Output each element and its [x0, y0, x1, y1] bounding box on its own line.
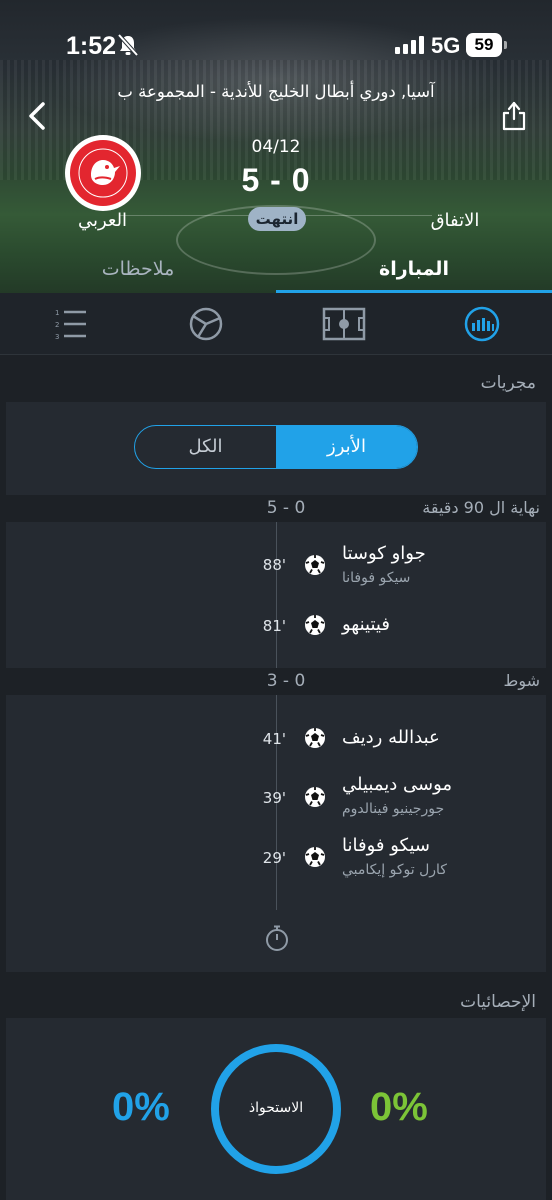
- summary-chart-icon[interactable]: [460, 305, 504, 343]
- bell-muted-icon: [117, 33, 139, 57]
- svg-text:1: 1: [55, 309, 59, 317]
- filter-all-button[interactable]: الكل: [135, 426, 276, 468]
- possession-away-value: 0%: [112, 1085, 170, 1129]
- home-team-name[interactable]: الاتفاق: [400, 210, 510, 231]
- match-score: 5 - 0: [241, 162, 311, 198]
- stats-pie-icon[interactable]: [184, 305, 228, 343]
- away-team-name[interactable]: العربي: [55, 210, 150, 231]
- league-title: آسيا, دوري أبطال الخليج للأندية - المجمو…: [117, 82, 435, 101]
- away-team-logo[interactable]: [65, 135, 141, 211]
- event-minute: 29': [262, 849, 286, 867]
- event-minute: 88': [262, 556, 286, 574]
- battery-tip: [504, 41, 507, 49]
- back-chevron-icon[interactable]: [24, 100, 50, 132]
- event-player[interactable]: فيتينهو: [342, 614, 390, 635]
- event-assist[interactable]: جورجينيو فينالدوم: [342, 801, 444, 817]
- svg-text:2: 2: [55, 321, 59, 329]
- events-filter-toggle: الكل الأبرز: [134, 425, 418, 469]
- match-date: 04/12: [251, 137, 301, 157]
- event-minute: 41': [262, 730, 286, 748]
- signal-icon: [395, 36, 424, 54]
- pitch-lineup-icon[interactable]: [322, 305, 366, 343]
- goal-ball-icon: [305, 728, 325, 748]
- possession-label: الاستحواذ: [248, 1100, 304, 1116]
- network-type: 5G: [431, 33, 461, 58]
- stopwatch-icon: [266, 925, 288, 951]
- event-assist[interactable]: كارل توكو إيكامبي: [342, 862, 447, 878]
- status-bar: 1:52 5G 59: [0, 0, 552, 90]
- tab-match[interactable]: المباراة: [276, 258, 552, 280]
- svg-text:3: 3: [55, 333, 59, 341]
- events-section-title: مجريات: [480, 373, 536, 393]
- goal-ball-icon: [305, 555, 325, 575]
- filter-highlights-button[interactable]: الأبرز: [276, 426, 417, 468]
- goal-ball-icon: [305, 615, 325, 635]
- event-player[interactable]: موسى ديمبيلي: [342, 774, 452, 795]
- event-player[interactable]: سيكو فوفانا: [342, 835, 430, 856]
- event-minute: 81': [262, 617, 286, 635]
- status-time: 1:52: [66, 32, 117, 60]
- period-score: 5 - 0: [266, 498, 306, 518]
- event-player[interactable]: عبدالله رديف: [342, 727, 440, 748]
- period-label: نهاية ال 90 دقيقة: [422, 498, 540, 517]
- battery-icon: 59: [466, 33, 502, 57]
- match-section-icon-bar: 1 2 3: [0, 293, 552, 355]
- stats-section-title: الإحصائيات: [460, 992, 536, 1012]
- period-score: 3 - 0: [266, 671, 306, 691]
- goal-ball-icon: [305, 847, 325, 867]
- goal-ball-icon: [305, 787, 325, 807]
- event-player[interactable]: جواو كوستا: [342, 543, 426, 564]
- event-assist[interactable]: سيكو فوفانا: [342, 570, 410, 586]
- lineup-list-icon[interactable]: 1 2 3: [52, 305, 96, 343]
- match-status-badge: انتهت: [248, 207, 306, 231]
- period-label: شوط: [503, 671, 540, 690]
- possession-home-value: 0%: [370, 1085, 428, 1129]
- tab-notes[interactable]: ملاحظات: [0, 258, 276, 280]
- period-header: شوط 3 - 0: [6, 668, 546, 695]
- event-minute: 39': [262, 789, 286, 807]
- timeline-line: [276, 522, 277, 668]
- share-icon[interactable]: [500, 100, 528, 132]
- period-header: نهاية ال 90 دقيقة 5 - 0: [6, 495, 546, 522]
